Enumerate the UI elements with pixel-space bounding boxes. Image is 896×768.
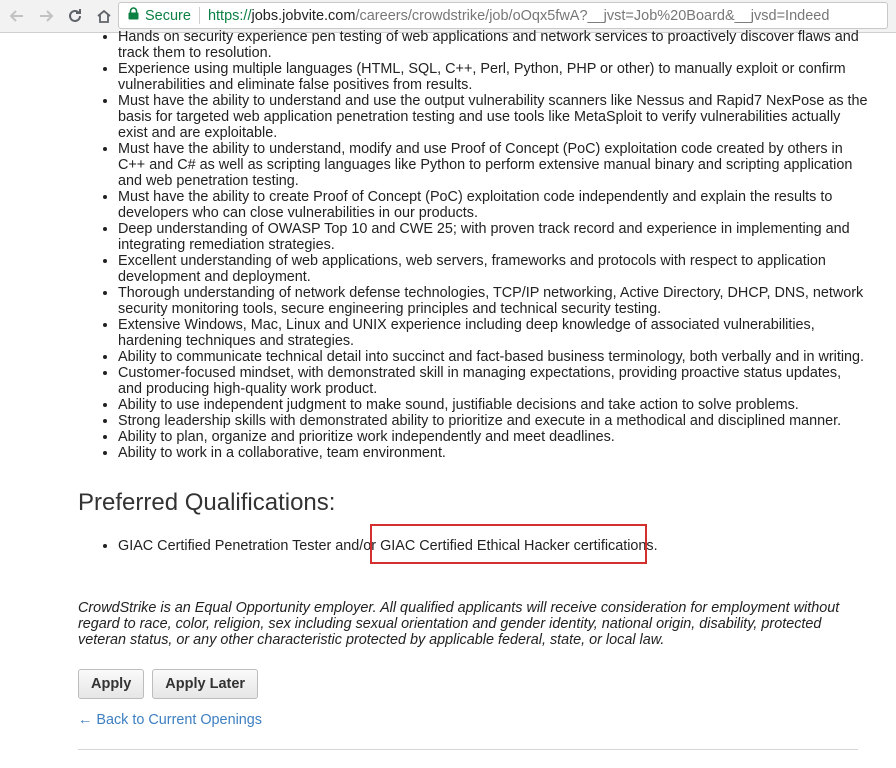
highlight-annotation-box xyxy=(370,524,647,564)
url-path: /careers/crowdstrike/job/oOqx5fwA?__jvst… xyxy=(355,7,830,24)
address-divider xyxy=(198,7,200,24)
job-description: Hands on security experience pen testing… xyxy=(78,29,868,750)
list-item: Must have the ability to understand, mod… xyxy=(118,141,868,189)
list-item: Extensive Windows, Mac, Linux and UNIX e… xyxy=(118,317,868,349)
divider xyxy=(78,749,858,750)
requirements-list: Hands on security experience pen testing… xyxy=(78,29,868,461)
reload-icon[interactable] xyxy=(63,4,87,28)
forward-arrow-icon[interactable] xyxy=(34,4,58,28)
list-item: Excellent understanding of web applicati… xyxy=(118,253,868,285)
apply-later-button[interactable]: Apply Later xyxy=(152,669,259,699)
list-item: Ability to use independent judgment to m… xyxy=(118,397,868,413)
back-arrow-icon[interactable] xyxy=(5,4,29,28)
list-item: Ability to plan, organize and prioritize… xyxy=(118,429,868,445)
action-buttons: Apply Apply Later xyxy=(78,669,259,699)
preferred-qualifications-heading: Preferred Qualifications: xyxy=(78,489,336,516)
list-item: Strong leadership skills with demonstrat… xyxy=(118,413,868,429)
eeo-statement: CrowdStrike is an Equal Opportunity empl… xyxy=(78,600,840,648)
address-bar[interactable]: Secure https://jobs.jobvite.com/careers/… xyxy=(118,2,888,29)
back-to-openings-link[interactable]: ← Back to Current Openings xyxy=(78,712,262,728)
list-item: Ability to communicate technical detail … xyxy=(118,349,868,365)
secure-label: Secure xyxy=(145,7,191,24)
url-host: jobs.jobvite.com xyxy=(251,7,356,24)
apply-button[interactable]: Apply xyxy=(78,669,145,699)
lock-icon xyxy=(128,7,139,24)
home-icon[interactable] xyxy=(92,4,116,28)
list-item: Experience using multiple languages (HTM… xyxy=(118,61,868,93)
list-item: Must have the ability to create Proof of… xyxy=(118,189,868,221)
list-item: Must have the ability to understand and … xyxy=(118,93,868,141)
list-item: Hands on security experience pen testing… xyxy=(118,29,868,61)
list-item: Thorough understanding of network defens… xyxy=(118,285,868,317)
list-item: Ability to work in a collaborative, team… xyxy=(118,445,868,461)
url-scheme: https:// xyxy=(207,7,252,24)
list-item: Customer-focused mindset, with demonstra… xyxy=(118,365,868,397)
list-item: Deep understanding of OWASP Top 10 and C… xyxy=(118,221,868,253)
